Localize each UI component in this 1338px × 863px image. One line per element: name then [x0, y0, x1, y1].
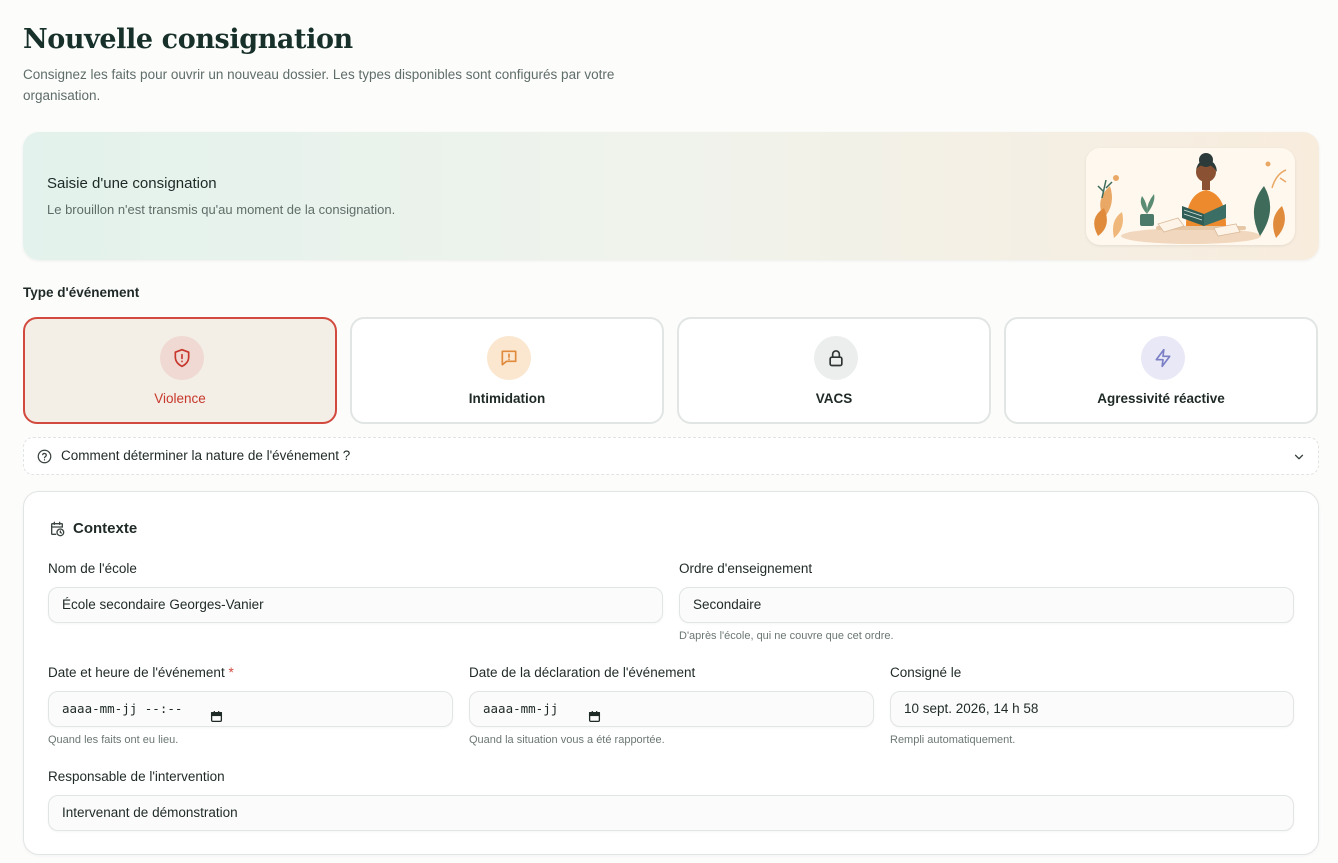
event-datetime-label-text: Date et heure de l'événement [48, 665, 225, 680]
intro-banner: Saisie d'une consignation Le brouillon n… [23, 132, 1319, 260]
page-subtitle: Consignez les faits pour ouvrir un nouve… [23, 67, 615, 103]
event-type-agressivite-reactive[interactable]: Agressivité réactive [1004, 317, 1318, 424]
help-question-text: Comment déterminer la nature de l'événem… [61, 448, 351, 463]
calendar-icon[interactable] [210, 702, 223, 736]
event-datetime-input[interactable]: aaaa-mm-jj --:-- [48, 691, 453, 727]
event-type-label-text: Intimidation [468, 391, 546, 406]
chevron-down-icon [1292, 450, 1306, 469]
event-type-intimidation[interactable]: Intimidation [350, 317, 664, 424]
event-type-help-accordion[interactable]: Comment déterminer la nature de l'événem… [23, 437, 1319, 475]
teaching-order-label: Ordre d'enseignement [679, 561, 813, 576]
shield-alert-icon [160, 336, 204, 380]
declaration-date-label: Date de la déclaration de l'événement [469, 665, 696, 680]
event-datetime-hint: Quand les faits ont eu lieu. [48, 734, 179, 746]
declaration-date-hint: Quand la situation vous a été rapportée. [469, 734, 665, 746]
school-name-label: Nom de l'école [48, 561, 137, 576]
banner-text: Le brouillon n'est transmis qu'au moment… [47, 202, 396, 217]
logged-at-input[interactable]: 10 sept. 2026, 14 h 58 [890, 691, 1294, 727]
event-type-vacs[interactable]: VACS [677, 317, 991, 424]
school-name-input[interactable]: École secondaire Georges-Vanier [48, 587, 663, 623]
lock-icon [814, 336, 858, 380]
declaration-date-input[interactable]: aaaa-mm-jj [469, 691, 874, 727]
woman-reading-illustration [1086, 148, 1295, 245]
responsible-input[interactable]: Intervenant de démonstration [48, 795, 1294, 831]
responsible-label: Responsable de l'intervention [48, 769, 225, 784]
zap-icon [1141, 336, 1185, 380]
teaching-order-input[interactable]: Secondaire [679, 587, 1294, 623]
help-circle-icon [37, 449, 52, 469]
page-title: Nouvelle consignation [23, 24, 353, 55]
context-section: Contexte Nom de l'école École secondaire… [23, 491, 1319, 855]
event-datetime-placeholder: aaaa-mm-jj --:-- [62, 701, 183, 716]
event-type-label: Type d'événement [23, 285, 140, 300]
context-title: Contexte [73, 520, 138, 537]
event-type-label-text: Violence [154, 391, 206, 406]
declaration-date-placeholder: aaaa-mm-jj [483, 701, 559, 716]
teaching-order-hint: D'après l'école, qui ne couvre que cet o… [679, 630, 894, 642]
message-alert-icon [487, 336, 531, 380]
logged-at-label: Consigné le [890, 665, 962, 680]
logged-at-hint: Rempli automatiquement. [890, 734, 1016, 746]
banner-title: Saisie d'une consignation [47, 175, 217, 192]
calendar-clock-icon [49, 521, 65, 542]
event-type-violence[interactable]: Violence [23, 317, 337, 424]
required-mark: * [228, 665, 234, 680]
event-datetime-label: Date et heure de l'événement * [48, 665, 234, 680]
event-type-label-text: Agressivité réactive [1097, 391, 1225, 406]
calendar-icon[interactable] [588, 702, 601, 736]
event-type-label-text: VACS [815, 391, 853, 406]
